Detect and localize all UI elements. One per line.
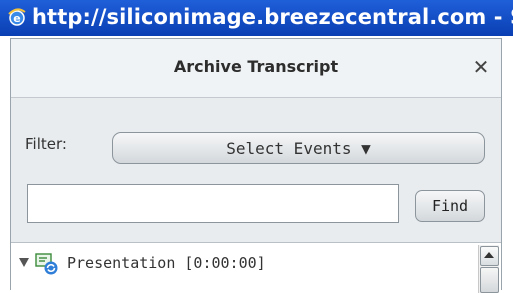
window-title-url: http://siliconimage.breezecentral.com - … xyxy=(32,5,513,29)
browser-title-bar: e http://siliconimage.breezecentral.com … xyxy=(0,0,513,36)
select-events-dropdown[interactable]: Select Events ▼ xyxy=(112,132,485,164)
vertical-scrollbar[interactable] xyxy=(478,245,499,293)
internet-explorer-icon: e xyxy=(8,8,26,26)
scrollbar-thumb[interactable] xyxy=(480,267,499,293)
svg-text:e: e xyxy=(13,12,20,25)
tree-item-label: Presentation [0:00:00] xyxy=(67,254,266,272)
panel-title: Archive Transcript xyxy=(173,57,339,76)
presentation-refresh-icon xyxy=(35,253,58,275)
scroll-up-arrow-icon xyxy=(484,252,494,258)
close-button[interactable]: ✕ xyxy=(470,56,492,78)
scroll-up-button[interactable] xyxy=(480,246,499,266)
search-input[interactable] xyxy=(27,184,399,223)
find-button[interactable]: Find xyxy=(415,190,485,222)
select-events-label: Select Events ▼ xyxy=(226,139,371,158)
archive-transcript-panel: Archive Transcript ✕ Filter: Select Even… xyxy=(10,38,502,293)
panel-header: Archive Transcript ✕ xyxy=(11,39,501,98)
filter-label: Filter: xyxy=(25,135,67,153)
expand-arrow-icon[interactable] xyxy=(19,258,29,267)
transcript-list: Presentation [0:00:00] xyxy=(11,242,501,293)
find-button-label: Find xyxy=(431,197,469,215)
